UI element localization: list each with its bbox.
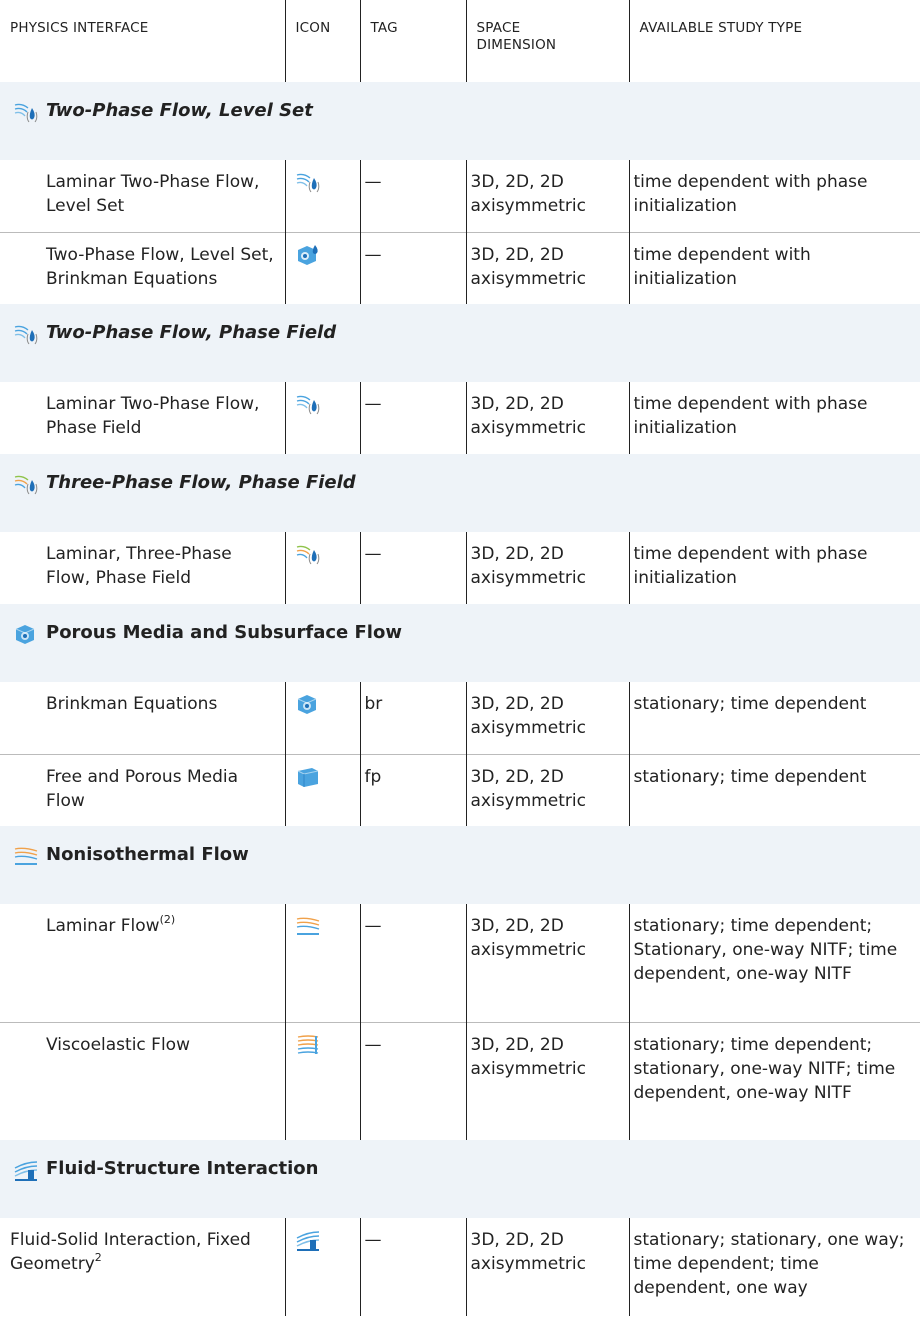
space-dimension-value: 3D, 2D, 2D axisymmetric: [465, 682, 629, 754]
table-row: Free and Porous Media Flow fp 3D, 2D, 2D…: [0, 753, 920, 826]
physics-interface-name: Two-Phase Flow, Level Set, Brinkman Equa…: [0, 231, 285, 304]
tag-value: —: [359, 1021, 466, 1140]
two-phase-flow-icon: [296, 392, 320, 416]
tag-value: —: [359, 160, 466, 232]
three-phase-flow-icon: [14, 472, 38, 496]
brinkman-two-phase-icon: [296, 243, 320, 267]
physics-interface-name: Brinkman Equations: [46, 694, 218, 714]
section-row-fluid-structure-interaction: Fluid-Structure Interaction: [0, 1140, 920, 1218]
physics-interface-name: Free and Porous Media Flow: [0, 753, 285, 826]
header-space-dimension-line2: DIMENSION: [476, 37, 557, 53]
section-title: Fluid-Structure Interaction: [46, 1158, 319, 1179]
header-icon: ICON: [284, 0, 360, 82]
footnote-ref: 2: [94, 1251, 102, 1264]
two-phase-flow-icon: [14, 100, 38, 124]
tag-value: br: [359, 682, 466, 754]
table-row: Two-Phase Flow, Level Set, Brinkman Equa…: [0, 231, 920, 304]
header-available-study-type: AVAILABLE STUDY TYPE: [628, 0, 920, 82]
table-row: Fluid-Solid Interaction, Fixed Geometry2…: [0, 1218, 920, 1316]
physics-interface-table: PHYSICS INTERFACE ICON TAG SPACE DIMENSIO…: [0, 0, 920, 1316]
space-dimension-value: 3D, 2D, 2D axisymmetric: [465, 904, 629, 1022]
space-dimension-value: 3D, 2D, 2D axisymmetric: [465, 1218, 629, 1316]
table-row: Laminar Two-Phase Flow, Level Set — 3D, …: [0, 160, 920, 232]
section-title: Nonisothermal Flow: [46, 844, 249, 865]
physics-interface-name: Laminar Two-Phase Flow, Level Set: [46, 172, 260, 216]
tag-value: —: [359, 1218, 466, 1316]
physics-interface-name: Laminar Two-Phase Flow, Phase Field: [46, 394, 260, 438]
fluid-structure-icon: [14, 1158, 38, 1182]
space-dimension-value: 3D, 2D, 2D axisymmetric: [465, 753, 629, 826]
space-dimension-value: 3D, 2D, 2D axisymmetric: [465, 382, 629, 454]
space-dimension-value: 3D, 2D, 2D axisymmetric: [465, 532, 629, 604]
section-title: Two-Phase Flow, Phase Field: [46, 322, 337, 343]
table-header-row: PHYSICS INTERFACE ICON TAG SPACE DIMENSIO…: [0, 0, 920, 82]
header-tag: TAG: [359, 0, 466, 82]
section-row-three-phase-phase-field: Three-Phase Flow, Phase Field: [0, 454, 920, 532]
study-type-value: stationary; time dependent; Stationary, …: [628, 904, 920, 1022]
space-dimension-value: 3D, 2D, 2D axisymmetric: [465, 231, 629, 304]
section-row-two-phase-level-set: Two-Phase Flow, Level Set: [0, 82, 920, 160]
header-space-dimension-line1: SPACE: [476, 20, 521, 36]
physics-interface-name: Fluid-Solid Interaction, Fixed Geometry2: [10, 1230, 251, 1274]
three-phase-flow-icon: [296, 542, 320, 566]
physics-interface-name: Viscoelastic Flow: [0, 1021, 285, 1140]
space-dimension-value: 3D, 2D, 2D axisymmetric: [465, 1021, 629, 1140]
table-row: Laminar Flow(2) — 3D, 2D, 2D axisymmetri…: [0, 904, 920, 1022]
table-row: Laminar, Three-Phase Flow, Phase Field —…: [0, 532, 920, 604]
section-row-porous-media: Porous Media and Subsurface Flow: [0, 604, 920, 682]
section-row-two-phase-phase-field: Two-Phase Flow, Phase Field: [0, 304, 920, 382]
two-phase-flow-icon: [14, 322, 38, 346]
tag-value: —: [359, 231, 466, 304]
study-type-value: stationary; time dependent; stationary, …: [628, 1021, 920, 1140]
laminar-nonisothermal-icon: [296, 914, 320, 938]
two-phase-flow-icon: [296, 170, 320, 194]
table-row: Laminar Two-Phase Flow, Phase Field — 3D…: [0, 382, 920, 454]
section-title: Three-Phase Flow, Phase Field: [46, 472, 356, 493]
tag-value: —: [359, 904, 466, 1022]
physics-interface-name: Laminar, Three-Phase Flow, Phase Field: [46, 544, 232, 588]
tag-value: —: [359, 532, 466, 604]
nonisothermal-flow-icon: [14, 844, 38, 868]
study-type-value: time dependent with phase initialization: [628, 160, 920, 232]
study-type-value: stationary; time dependent: [628, 682, 920, 754]
physics-interface-name: Laminar Flow(2): [46, 913, 176, 936]
study-type-value: time dependent with phase initialization: [628, 532, 920, 604]
study-type-value: time dependent with initialization: [628, 231, 920, 304]
porous-media-icon: [14, 622, 38, 646]
tag-value: fp: [359, 753, 466, 826]
study-type-value: time dependent with phase initialization: [628, 382, 920, 454]
section-row-nonisothermal-flow: Nonisothermal Flow: [0, 826, 920, 904]
study-type-value: stationary; time dependent: [628, 753, 920, 826]
space-dimension-value: 3D, 2D, 2D axisymmetric: [465, 160, 629, 232]
section-title: Two-Phase Flow, Level Set: [46, 100, 313, 121]
fluid-solid-icon: [296, 1228, 320, 1252]
study-type-value: stationary; stationary, one way; time de…: [628, 1218, 920, 1316]
header-space-dimension: SPACE DIMENSION: [465, 0, 629, 82]
footnote-ref: (2): [159, 913, 176, 926]
brinkman-icon: [296, 692, 320, 716]
tag-value: —: [359, 382, 466, 454]
table-row: Viscoelastic Flow — 3D, 2D, 2D axisymmet…: [0, 1021, 920, 1140]
section-title: Porous Media and Subsurface Flow: [46, 622, 402, 643]
physics-interface-table-page: PHYSICS INTERFACE ICON TAG SPACE DIMENSIO…: [0, 0, 920, 1323]
header-physics-interface: PHYSICS INTERFACE: [10, 20, 149, 36]
viscoelastic-icon: [296, 1033, 320, 1057]
table-row: Brinkman Equations br 3D, 2D, 2D axisymm…: [0, 682, 920, 754]
free-porous-icon: [296, 765, 320, 789]
